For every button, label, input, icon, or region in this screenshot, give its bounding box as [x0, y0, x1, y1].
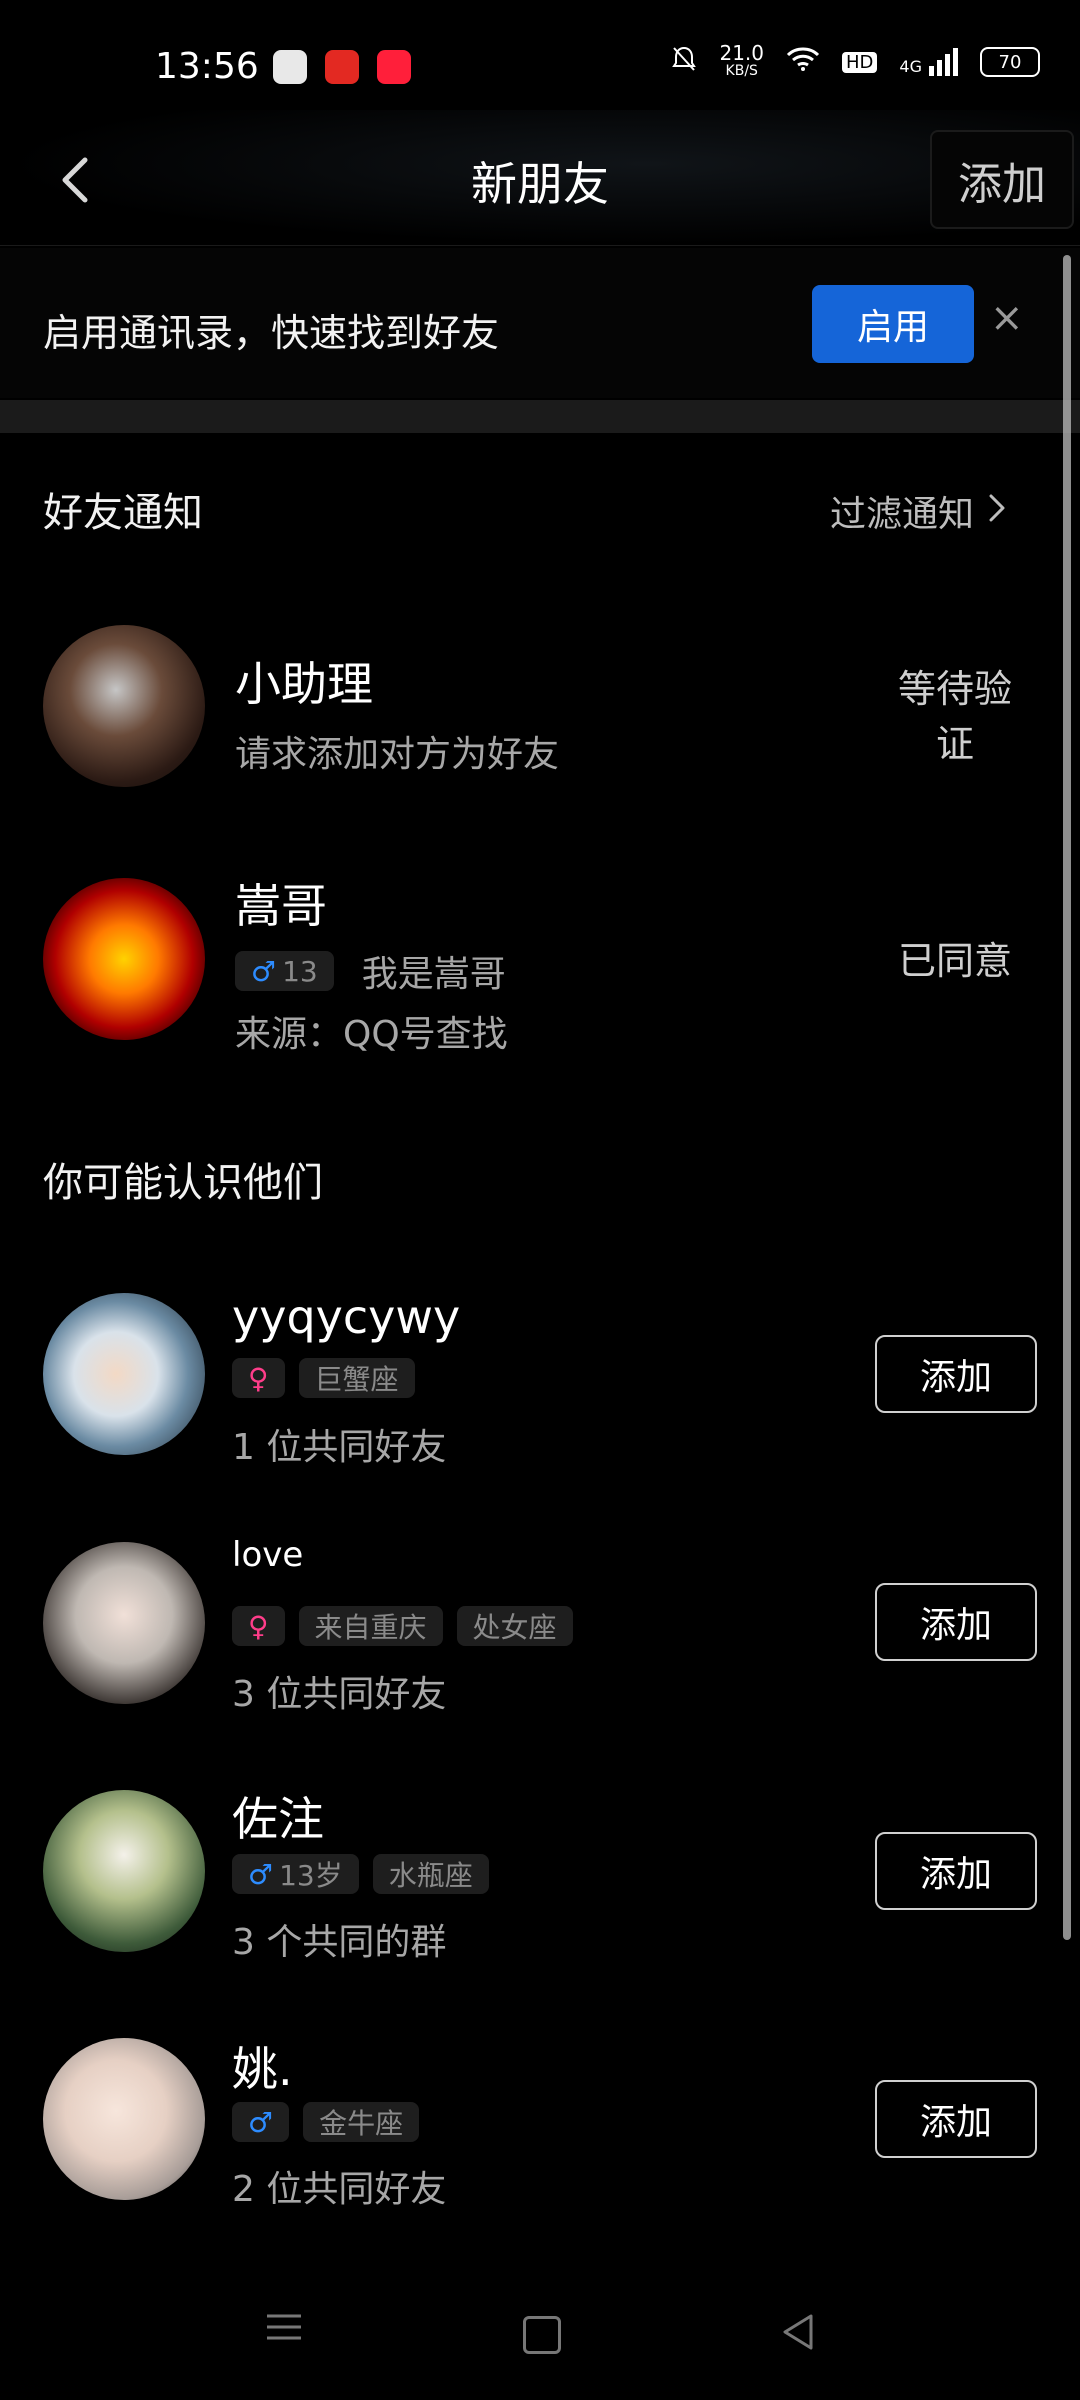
suggestion-tags: ♂ 金牛座: [232, 2102, 433, 2142]
mutual-friends: 2 位共同好友: [232, 2169, 447, 2210]
age-tag: ♂ 13岁: [232, 1854, 359, 1894]
page-title: 新朋友: [471, 157, 609, 211]
avatar[interactable]: [43, 1542, 205, 1704]
suggestion-name: 姚.: [232, 2042, 293, 2096]
age-tag: ♂ 13: [235, 951, 334, 991]
suggestion-name: 佐注: [232, 1792, 324, 1846]
chevron-right-icon: [988, 491, 1006, 532]
suggestion-tags: ♂ 13岁 水瓶座: [232, 1854, 503, 1894]
status-waiting: 等待验 证: [897, 667, 1012, 766]
add-friend-button[interactable]: 添加: [875, 1832, 1037, 1910]
status-time: 13:56: [155, 46, 259, 87]
avatar[interactable]: [43, 878, 205, 1040]
suggestion-tags: ♀ 巨蟹座: [232, 1358, 429, 1398]
zodiac-tag: 水瓶座: [372, 1854, 489, 1894]
friend-message: 我是嵩哥: [361, 954, 506, 995]
back-triangle-icon[interactable]: [777, 2310, 821, 2354]
female-icon: ♀: [232, 1606, 285, 1646]
friend-source: 来源：QQ号查找: [235, 1014, 508, 1055]
wechat-icon: [273, 50, 307, 84]
mutual-groups: 3 个共同的群: [232, 1922, 447, 1963]
signal-icon: 4G: [899, 48, 958, 76]
friend-message: 请求添加对方为好友: [235, 734, 560, 775]
mutual-friends: 3 位共同好友: [232, 1674, 447, 1715]
suggestion-name: love: [232, 1535, 304, 1575]
add-friend-button[interactable]: 添加: [875, 2080, 1037, 2158]
male-icon: ♂: [251, 954, 277, 988]
network-speed: 21.0 KB/S: [719, 41, 765, 79]
header-add-button[interactable]: 添加: [930, 130, 1074, 229]
filter-notifications-label: 过滤通知: [830, 494, 975, 535]
zodiac-tag: 巨蟹座: [298, 1358, 415, 1398]
scrollbar[interactable]: [1063, 255, 1071, 1940]
female-icon: ♀: [232, 1358, 285, 1398]
wifi-icon: [786, 46, 820, 78]
filter-notifications-link[interactable]: 过滤通知: [830, 485, 1006, 537]
avatar[interactable]: [43, 625, 205, 787]
male-icon: ♂: [248, 1857, 274, 1891]
app-icon-red-2: [377, 50, 411, 84]
section-divider: [0, 400, 1080, 433]
suggestion-name: yyqycywy: [232, 1290, 461, 1344]
avatar[interactable]: [43, 1790, 205, 1952]
avatar[interactable]: [43, 1293, 205, 1455]
close-icon[interactable]: ×: [990, 295, 1024, 341]
avatar[interactable]: [43, 2038, 205, 2200]
zodiac-tag: 金牛座: [303, 2102, 420, 2142]
banner-text: 启用通讯录，快速找到好友: [43, 311, 500, 355]
battery-icon: 70: [980, 47, 1040, 77]
location-tag: 来自重庆: [298, 1606, 443, 1646]
status-accepted: 已同意: [897, 939, 1012, 983]
add-friend-button[interactable]: 添加: [875, 1335, 1037, 1413]
friend-name: 小助理: [235, 657, 373, 711]
friend-name: 嵩哥: [235, 879, 327, 933]
suggestions-title: 你可能认识他们: [43, 1160, 323, 1206]
mutual-friends: 1 位共同好友: [232, 1427, 447, 1468]
hd-badge: HD: [842, 51, 878, 73]
menu-icon[interactable]: [265, 2313, 303, 2341]
friend-notifications-title: 好友通知: [43, 490, 203, 536]
add-friend-button[interactable]: 添加: [875, 1583, 1037, 1661]
home-icon[interactable]: [523, 2316, 561, 2354]
app-icon-red-1: [325, 50, 359, 84]
male-icon: ♂: [232, 2102, 290, 2142]
status-right: 21.0 KB/S HD 4G 70: [671, 41, 1040, 80]
suggestion-tags: ♀ 来自重庆 处女座: [232, 1606, 587, 1646]
enable-contacts-button[interactable]: 启用: [812, 285, 974, 363]
zodiac-tag: 处女座: [456, 1606, 573, 1646]
friend-tags: ♂ 13 我是嵩哥: [235, 945, 506, 997]
bell-muted-icon: [671, 45, 697, 79]
